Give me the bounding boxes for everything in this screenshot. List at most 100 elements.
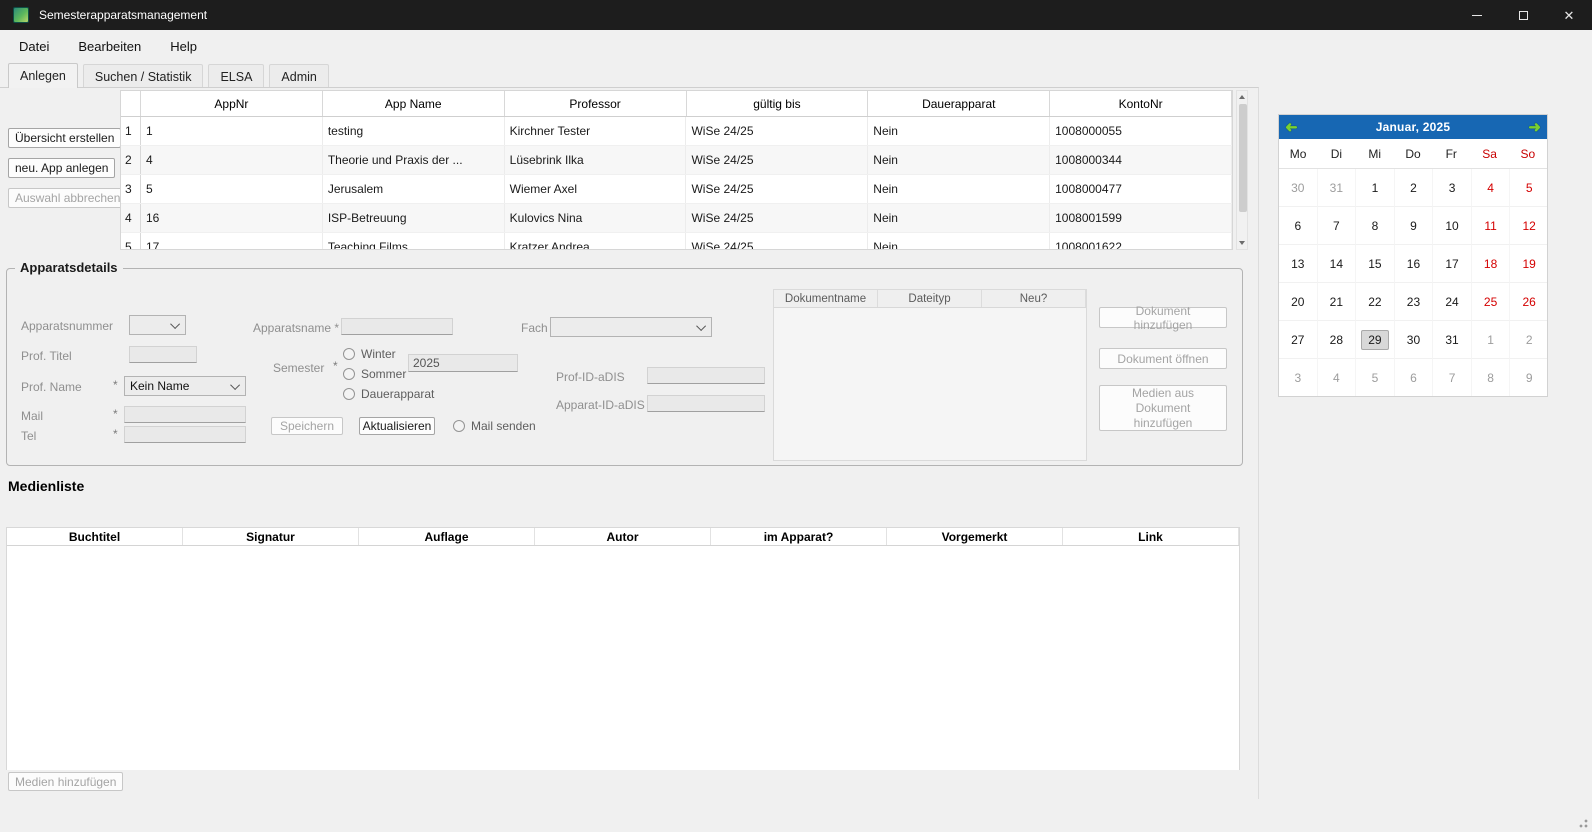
col-auflage[interactable]: Auflage <box>359 528 535 545</box>
minimize-button[interactable] <box>1454 0 1500 30</box>
winter-radio[interactable]: Winter <box>343 347 396 361</box>
calendar-date[interactable]: 17 <box>1433 245 1472 283</box>
auswahl-abbrechen-button[interactable]: Auswahl abbrechen <box>8 188 127 208</box>
calendar-date[interactable]: 4 <box>1472 169 1511 207</box>
calendar-prev-icon[interactable]: ➜ <box>1285 120 1298 135</box>
col-vorgemerkt[interactable]: Vorgemerkt <box>887 528 1063 545</box>
menu-help[interactable]: Help <box>168 36 199 57</box>
calendar-date[interactable]: 5 <box>1510 169 1548 207</box>
calendar-date[interactable]: 2 <box>1395 169 1434 207</box>
close-button[interactable]: ✕ <box>1546 0 1592 30</box>
col-app-name[interactable]: App Name <box>323 91 505 116</box>
col-dauerapparat[interactable]: Dauerapparat <box>868 91 1050 116</box>
aktualisieren-button[interactable]: Aktualisieren <box>359 417 435 435</box>
col-buchtitel[interactable]: Buchtitel <box>7 528 183 545</box>
calendar-date[interactable]: 3 <box>1279 359 1318 397</box>
calendar-date[interactable]: 1 <box>1356 169 1395 207</box>
calendar-date[interactable]: 9 <box>1510 359 1548 397</box>
uebersicht-erstellen-button[interactable]: Übersicht erstellen <box>8 128 121 148</box>
calendar-date[interactable]: 21 <box>1318 283 1357 321</box>
calendar-date[interactable]: 27 <box>1279 321 1318 359</box>
scroll-up-icon[interactable] <box>1237 91 1247 103</box>
year-field[interactable]: 2025 <box>408 354 518 372</box>
col-kontonr[interactable]: KontoNr <box>1050 91 1232 116</box>
calendar-date[interactable]: 5 <box>1356 359 1395 397</box>
scrollbar-thumb[interactable] <box>1239 104 1247 212</box>
calendar-next-icon[interactable]: ➜ <box>1528 120 1541 135</box>
prof-id-adis-field[interactable] <box>647 367 765 384</box>
neu-app-anlegen-button[interactable]: neu. App anlegen <box>8 158 115 178</box>
calendar-date[interactable]: 30 <box>1279 169 1318 207</box>
calendar-date[interactable]: 4 <box>1318 359 1357 397</box>
col-gueltig-bis[interactable]: gültig bis <box>687 91 869 116</box>
calendar-date[interactable]: 23 <box>1395 283 1434 321</box>
calendar-date[interactable]: 3 <box>1433 169 1472 207</box>
calendar-date[interactable]: 24 <box>1433 283 1472 321</box>
mail-senden-radio[interactable]: Mail senden <box>453 419 536 433</box>
col-autor[interactable]: Autor <box>535 528 711 545</box>
apps-table-row[interactable]: 517Teaching FilmsKratzer AndreaWiSe 24/2… <box>121 233 1232 250</box>
calendar-date[interactable]: 30 <box>1395 321 1434 359</box>
col-signatur[interactable]: Signatur <box>183 528 359 545</box>
calendar-date[interactable]: 7 <box>1318 207 1357 245</box>
mail-field[interactable] <box>124 406 246 423</box>
tab-admin[interactable]: Admin <box>269 64 328 88</box>
col-dokumentname[interactable]: Dokumentname <box>774 290 878 307</box>
col-professor[interactable]: Professor <box>505 91 687 116</box>
col-neu[interactable]: Neu? <box>982 290 1086 307</box>
sommer-radio[interactable]: Sommer <box>343 367 406 381</box>
calendar-date[interactable]: 16 <box>1395 245 1434 283</box>
apparatsnummer-combo[interactable] <box>129 315 186 335</box>
maximize-button[interactable] <box>1500 0 1546 30</box>
resize-grip[interactable] <box>1577 817 1589 829</box>
calendar-date[interactable]: 15 <box>1356 245 1395 283</box>
apps-table-row[interactable]: 11testingKirchner TesterWiSe 24/25Nein10… <box>121 117 1232 146</box>
calendar-date[interactable]: 14 <box>1318 245 1357 283</box>
col-dateityp[interactable]: Dateityp <box>878 290 982 307</box>
calendar-date[interactable]: 31 <box>1433 321 1472 359</box>
dokument-oeffnen-button[interactable]: Dokument öffnen <box>1099 348 1227 369</box>
calendar-date[interactable]: 8 <box>1356 207 1395 245</box>
dokument-hinzufuegen-button[interactable]: Dokument hinzufügen <box>1099 307 1227 328</box>
apps-table-scrollbar[interactable] <box>1236 90 1248 250</box>
col-im-apparat[interactable]: im Apparat? <box>711 528 887 545</box>
calendar-date[interactable]: 12 <box>1510 207 1548 245</box>
calendar-date[interactable]: 11 <box>1472 207 1511 245</box>
calendar-date[interactable]: 26 <box>1510 283 1548 321</box>
scroll-down-icon[interactable] <box>1237 237 1247 249</box>
calendar-date[interactable]: 31 <box>1318 169 1357 207</box>
apparatsname-field[interactable] <box>341 318 453 335</box>
medien-aus-dokument-button[interactable]: Medien aus Dokument hinzufügen <box>1099 385 1227 431</box>
calendar-date[interactable]: 13 <box>1279 245 1318 283</box>
apps-table-row[interactable]: 35JerusalemWiemer AxelWiSe 24/25Nein1008… <box>121 175 1232 204</box>
tab-anlegen[interactable]: Anlegen <box>8 63 78 88</box>
dauerapparat-radio[interactable]: Dauerapparat <box>343 387 434 401</box>
calendar-date[interactable]: 22 <box>1356 283 1395 321</box>
calendar-date[interactable]: 10 <box>1433 207 1472 245</box>
calendar-date[interactable]: 20 <box>1279 283 1318 321</box>
calendar-date[interactable]: 7 <box>1433 359 1472 397</box>
calendar-date[interactable]: 25 <box>1472 283 1511 321</box>
calendar-date[interactable]: 9 <box>1395 207 1434 245</box>
calendar-date[interactable]: 18 <box>1472 245 1511 283</box>
calendar-date[interactable]: 1 <box>1472 321 1511 359</box>
col-link[interactable]: Link <box>1063 528 1239 545</box>
fach-combo[interactable] <box>550 317 712 337</box>
prof-name-combo[interactable]: Kein Name <box>124 376 246 396</box>
medien-hinzufuegen-button[interactable]: Medien hinzufügen <box>8 772 123 791</box>
tel-field[interactable] <box>124 426 246 443</box>
calendar-date[interactable]: 6 <box>1395 359 1434 397</box>
tab-suchen-statistik[interactable]: Suchen / Statistik <box>83 64 204 88</box>
speichern-button[interactable]: Speichern <box>271 417 343 435</box>
menu-bearbeiten[interactable]: Bearbeiten <box>76 36 143 57</box>
calendar-date[interactable]: 28 <box>1318 321 1357 359</box>
calendar-date[interactable]: 6 <box>1279 207 1318 245</box>
menu-datei[interactable]: Datei <box>17 36 51 57</box>
tab-elsa[interactable]: ELSA <box>208 64 264 88</box>
calendar-date[interactable]: 8 <box>1472 359 1511 397</box>
apps-table-row[interactable]: 24Theorie und Praxis der ...Lüsebrink Il… <box>121 146 1232 175</box>
calendar-date[interactable]: 29 <box>1356 321 1395 359</box>
col-appnr[interactable]: AppNr <box>141 91 323 116</box>
apps-table-row[interactable]: 416ISP-BetreuungKulovics NinaWiSe 24/25N… <box>121 204 1232 233</box>
apparat-id-adis-field[interactable] <box>647 395 765 412</box>
